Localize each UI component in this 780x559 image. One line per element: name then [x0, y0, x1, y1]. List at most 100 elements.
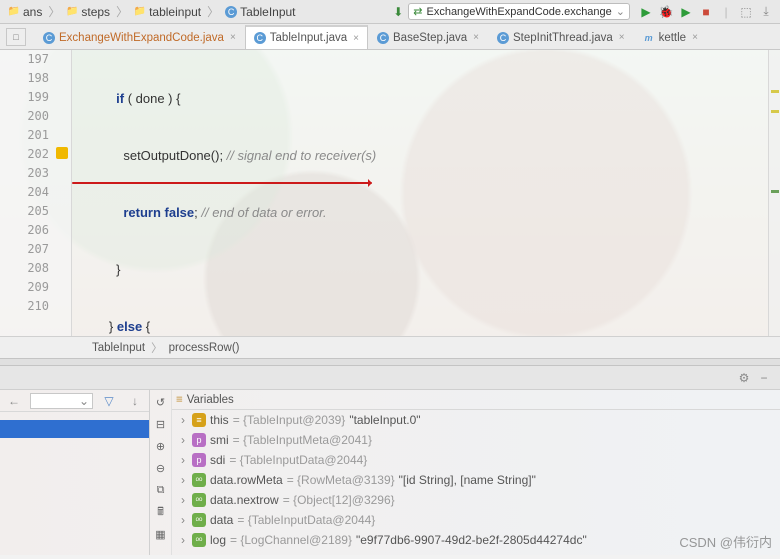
debug-icon[interactable]: 🐞: [658, 4, 674, 20]
variable-name: data.rowMeta: [210, 473, 283, 487]
restart-icon[interactable]: ↺: [153, 394, 169, 410]
code-area[interactable]: if ( done ) { setOutputDone(); // signal…: [72, 50, 780, 336]
variables-pane[interactable]: ≡ Variables ›≡this = {TableInput@2039} "…: [172, 390, 780, 555]
line-number: 205: [0, 202, 71, 221]
line-number: 204: [0, 183, 71, 202]
tab-label: TableInput.java: [270, 32, 347, 44]
line-number: 208: [0, 259, 71, 278]
member-breadcrumb[interactable]: TableInput 〉 processRow(): [0, 336, 780, 358]
expand-icon[interactable]: ›: [178, 413, 188, 427]
sort-icon[interactable]: ↓: [127, 393, 143, 409]
watermark: CSDN @伟衍内: [679, 532, 772, 551]
breadcrumb-item[interactable]: 📁ans: [4, 5, 46, 19]
editor-marker-rail[interactable]: [768, 50, 780, 336]
expand-icon[interactable]: ›: [178, 493, 188, 507]
variable-row[interactable]: ›ᵒᵒdata.rowMeta = {RowMeta@3139} "[id St…: [172, 470, 780, 490]
variable-spec: = {RowMeta@3139}: [287, 473, 395, 487]
calc-icon[interactable]: 🖩: [153, 504, 169, 520]
close-icon[interactable]: ×: [230, 32, 236, 43]
variable-value: "tableInput.0": [349, 413, 420, 427]
variable-name: sdi: [210, 453, 225, 467]
project-tool-icon[interactable]: □: [6, 28, 26, 46]
variable-spec: = {LogChannel@2189}: [230, 533, 352, 547]
tab-exchange[interactable]: CExchangeWithExpandCode.java×: [34, 25, 245, 49]
intention-bulb-icon[interactable]: [56, 147, 68, 159]
line-number: 198: [0, 69, 71, 88]
class-icon: C: [254, 32, 266, 44]
chevron-down-icon[interactable]: ⌄: [79, 394, 89, 408]
breadcrumb-label: ans: [23, 5, 42, 19]
chevron-down-icon: ⌄: [616, 5, 625, 18]
build-icon[interactable]: ⬇: [390, 4, 406, 20]
variable-icon: ᵒᵒ: [192, 473, 206, 487]
variable-row[interactable]: ›psmi = {TableInputMeta@2041}: [172, 430, 780, 450]
breadcrumb: 📁ans 〉 📁steps 〉 📁tableinput 〉 CTableInpu…: [4, 3, 300, 20]
close-icon[interactable]: ×: [619, 32, 625, 43]
editor-tabs: CExchangeWithExpandCode.java× C TableInpu…: [0, 24, 780, 50]
expand-icon[interactable]: ›: [178, 533, 188, 547]
expand-icon[interactable]: ›: [178, 473, 188, 487]
close-icon[interactable]: ×: [692, 32, 698, 43]
breadcrumb-label: steps: [81, 5, 110, 19]
copy-icon[interactable]: ⧉: [153, 482, 169, 498]
tool-b-icon[interactable]: ⤓: [758, 4, 774, 20]
line-number: 201: [0, 126, 71, 145]
line-number: 207: [0, 240, 71, 259]
coverage-icon[interactable]: ▶: [678, 4, 694, 20]
sep-icon: |: [718, 4, 734, 20]
tool-a-icon[interactable]: ⬚: [738, 4, 754, 20]
debug-panel: ← ⌄ ▽ ↓ ↺ ⊟ ⊕ ⊖ ⧉ 🖩 ▦ ≡ Variables › ≡ this…: [0, 390, 780, 555]
run-config-dropdown[interactable]: ⇄ ExchangeWithExpandCode.exchange ⌄: [408, 3, 630, 20]
variable-row[interactable]: ›psdi = {TableInputData@2044}: [172, 450, 780, 470]
variable-name: this: [210, 413, 229, 427]
variable-icon: p: [192, 433, 206, 447]
variable-row[interactable]: ›ᵒᵒdata = {TableInputData@2044}: [172, 510, 780, 530]
expand-icon[interactable]: ›: [178, 433, 188, 447]
close-icon[interactable]: ×: [473, 32, 479, 43]
variable-value: "e9f77db6-9907-49d2-be2f-2805d44274dc": [356, 533, 587, 547]
filter-icon[interactable]: ▽: [101, 393, 117, 409]
grid-icon[interactable]: ▦: [153, 526, 169, 542]
back-icon[interactable]: ←: [6, 393, 22, 409]
minus-icon[interactable]: −: [756, 370, 772, 386]
variable-name: data.nextrow: [210, 493, 279, 507]
tab-stepinit[interactable]: CStepInitThread.java×: [488, 25, 634, 49]
variable-name: log: [210, 533, 226, 547]
minus-icon[interactable]: ⊟: [153, 416, 169, 432]
line-number: 199: [0, 88, 71, 107]
horizontal-splitter[interactable]: [0, 358, 780, 366]
breadcrumb-item[interactable]: CTableInput: [221, 5, 299, 19]
code-editor[interactable]: 1971981992002012022032042052062072082092…: [0, 50, 780, 336]
annotation-underline: [72, 182, 372, 184]
run-config-label: ExchangeWithExpandCode.exchange: [426, 6, 611, 18]
variable-spec: = {TableInputMeta@2041}: [233, 433, 372, 447]
frame-selected[interactable]: [0, 420, 149, 438]
close-icon[interactable]: ×: [353, 33, 359, 44]
stop-icon[interactable]: ■: [698, 4, 714, 20]
variable-icon: p: [192, 453, 206, 467]
line-number: 197: [0, 50, 71, 69]
tab-basestep[interactable]: CBaseStep.java×: [368, 25, 488, 49]
variables-icon: ≡: [176, 394, 183, 406]
variable-icon: ≡: [192, 413, 206, 427]
breadcrumb-label: tableinput: [149, 5, 201, 19]
crumb-class: TableInput: [92, 342, 145, 354]
variable-row[interactable]: ›≡this = {TableInput@2039} "tableInput.0…: [172, 410, 780, 430]
variable-row[interactable]: ›ᵒᵒdata.nextrow = {Object[12]@3296}: [172, 490, 780, 510]
class-icon: C: [377, 32, 389, 44]
plus-icon[interactable]: ⊕: [153, 438, 169, 454]
expand-icon[interactable]: ›: [178, 453, 188, 467]
remove-icon[interactable]: ⊖: [153, 460, 169, 476]
gear-icon[interactable]: ⚙: [736, 370, 752, 386]
breadcrumb-item[interactable]: 📁steps: [62, 5, 114, 19]
folder-icon: 📁: [134, 6, 146, 18]
tab-kettle[interactable]: mkettle×: [634, 25, 707, 49]
breadcrumb-item[interactable]: 📁tableinput: [130, 5, 205, 19]
variables-title: Variables: [187, 394, 234, 406]
frames-pane[interactable]: ← ⌄ ▽ ↓: [0, 390, 150, 555]
breadcrumb-label: TableInput: [240, 5, 295, 19]
run-icon[interactable]: ▶: [638, 4, 654, 20]
tab-tableinput[interactable]: C TableInput.java ×: [245, 25, 368, 49]
expand-icon[interactable]: ›: [178, 513, 188, 527]
line-gutter: 1971981992002012022032042052062072082092…: [0, 50, 72, 336]
